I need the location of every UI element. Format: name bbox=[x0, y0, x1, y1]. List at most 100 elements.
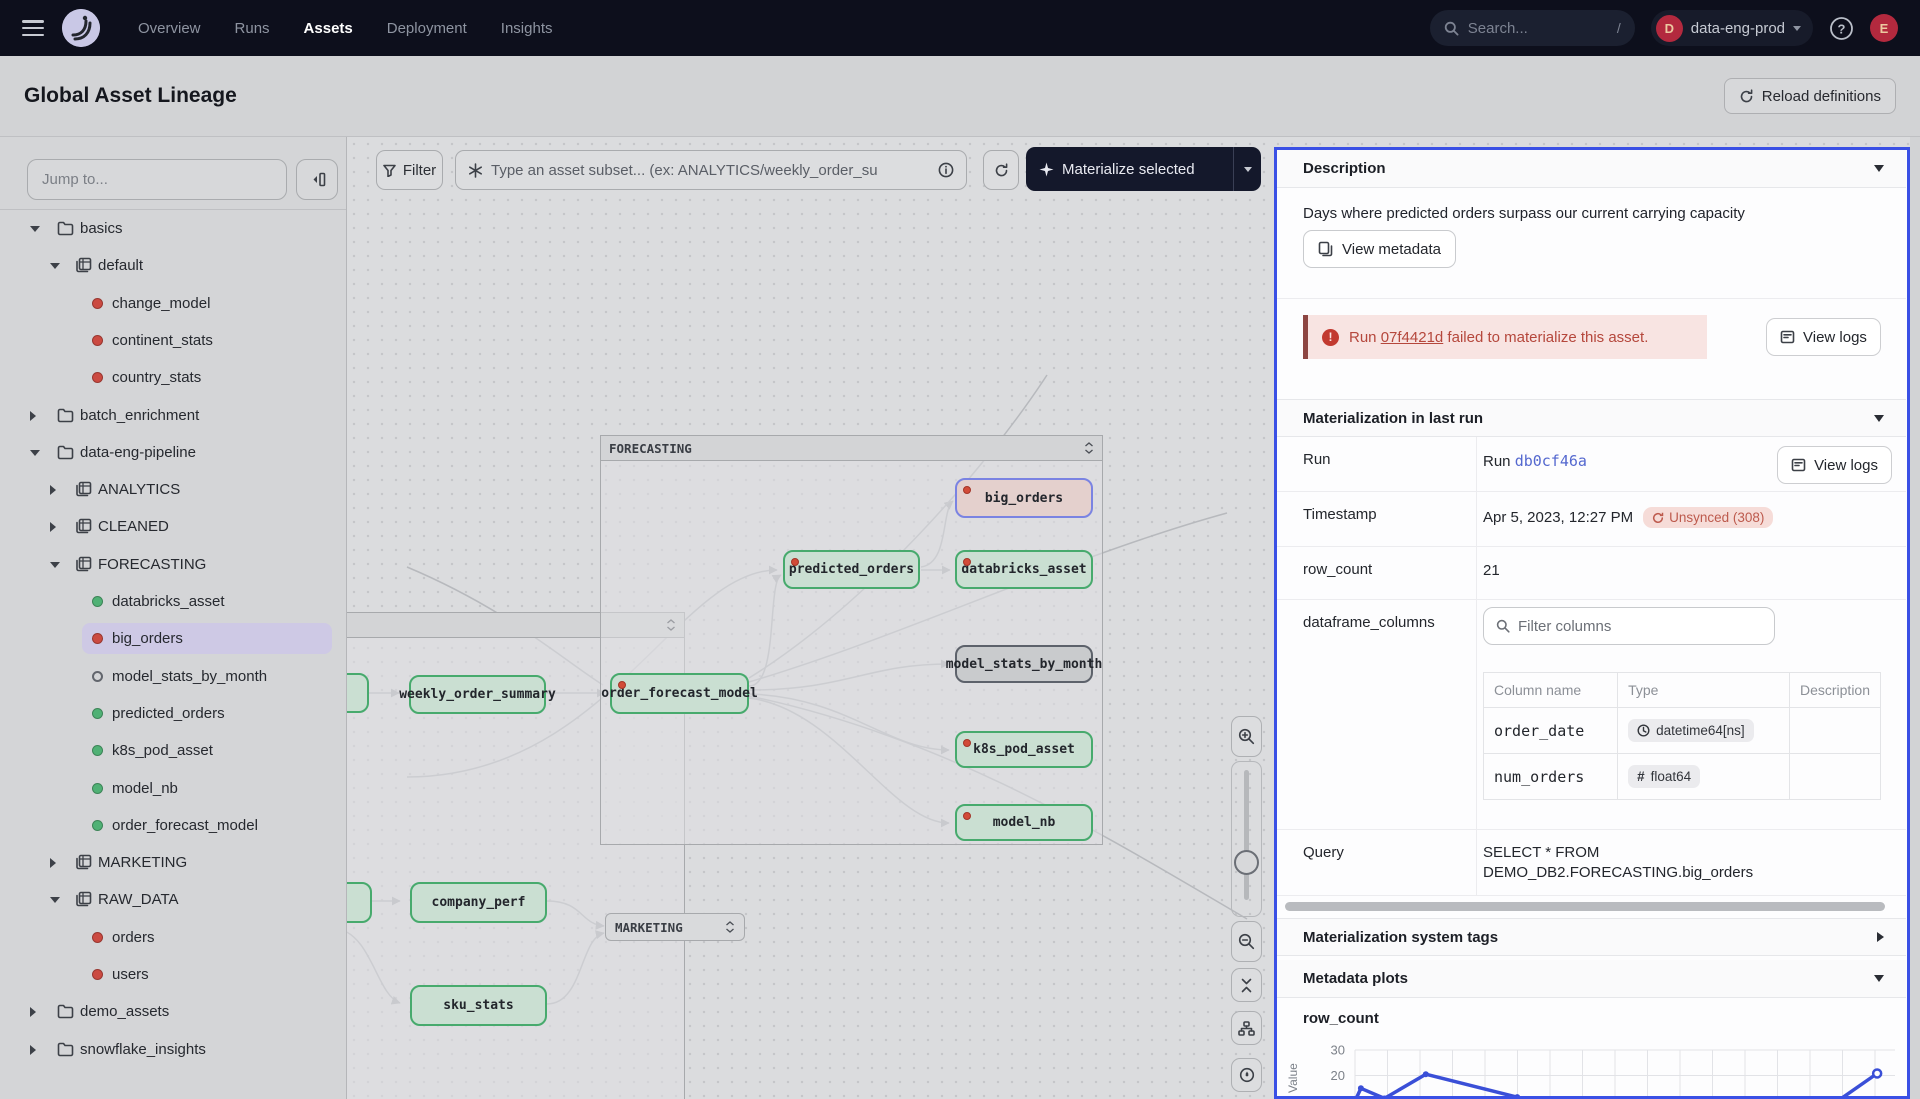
tree-caret-icon[interactable] bbox=[30, 450, 40, 456]
sidebar-item-MARKETING[interactable]: MARKETING bbox=[0, 847, 346, 878]
sidebar-item-model_nb[interactable]: model_nb bbox=[0, 773, 346, 804]
collapse-groups-button[interactable] bbox=[1231, 968, 1262, 1002]
sidebar-item-label: orders bbox=[112, 929, 155, 946]
unsynced-badge[interactable]: Unsynced (308) bbox=[1643, 507, 1773, 528]
user-avatar[interactable]: E bbox=[1870, 14, 1898, 42]
zoom-slider-handle[interactable] bbox=[1234, 850, 1259, 875]
layout-tree-button[interactable] bbox=[1231, 1011, 1262, 1045]
info-icon[interactable] bbox=[938, 162, 954, 178]
sidebar-item-demo_assets[interactable]: demo_assets bbox=[0, 996, 346, 1027]
materialization-section-header[interactable]: Materialization in last run bbox=[1277, 399, 1906, 437]
deployment-switcher[interactable]: D data-eng-prod bbox=[1651, 10, 1813, 46]
nav-item-assets[interactable]: Assets bbox=[304, 20, 353, 37]
tree-caret-icon[interactable] bbox=[50, 562, 60, 568]
global-search-input[interactable]: Search... / bbox=[1430, 10, 1635, 46]
sidebar-item-orders[interactable]: orders bbox=[0, 922, 346, 953]
folder-icon bbox=[57, 1041, 74, 1058]
graph-node-order_forecast_model[interactable]: order_forecast_model bbox=[610, 673, 749, 714]
graph-node-databricks_asset[interactable]: databricks_asset bbox=[955, 550, 1093, 589]
tree-caret-icon[interactable] bbox=[50, 897, 60, 903]
dagster-logo[interactable] bbox=[62, 9, 100, 47]
sidebar-item-data-eng-pipeline[interactable]: data-eng-pipeline bbox=[0, 437, 346, 468]
asset-subset-input[interactable]: Type an asset subset... (ex: ANALYTICS/w… bbox=[455, 150, 967, 190]
chevron-down-icon bbox=[1874, 975, 1884, 982]
filter-columns-input[interactable]: Filter columns bbox=[1483, 607, 1775, 645]
graph-node-clipped[interactable] bbox=[347, 673, 369, 713]
sidebar-item-change_model[interactable]: change_model bbox=[0, 288, 346, 319]
sidebar-item-label: ANALYTICS bbox=[98, 481, 180, 498]
collapse-sidebar-button[interactable] bbox=[296, 159, 338, 200]
help-icon[interactable]: ? bbox=[1829, 16, 1854, 41]
sidebar-item-batch_enrichment[interactable]: batch_enrichment bbox=[0, 400, 346, 431]
failed-run-link[interactable]: 07f4421d bbox=[1381, 329, 1444, 346]
run-view-logs-button[interactable]: View logs bbox=[1777, 446, 1892, 484]
asset-status-dot bbox=[92, 969, 103, 980]
graph-node-model_nb[interactable]: model_nb bbox=[955, 804, 1093, 841]
materialize-dropdown-button[interactable] bbox=[1233, 147, 1261, 191]
type-badge: datetime64[ns] bbox=[1628, 719, 1754, 742]
materialize-selected-button[interactable]: Materialize selected bbox=[1026, 147, 1261, 191]
metadata-plots-section-header[interactable]: Metadata plots bbox=[1277, 960, 1906, 998]
tree-caret-icon[interactable] bbox=[30, 1007, 36, 1017]
sidebar-item-model_stats_by_month[interactable]: model_stats_by_month bbox=[0, 661, 346, 692]
nav-item-overview[interactable]: Overview bbox=[138, 20, 201, 37]
refresh-graph-button[interactable] bbox=[983, 150, 1019, 190]
sidebar-item-FORECASTING[interactable]: FORECASTING bbox=[0, 549, 346, 580]
tree-caret-icon[interactable] bbox=[30, 411, 36, 421]
query-row: Query SELECT * FROM DEMO_DB2.FORECASTING… bbox=[1277, 830, 1906, 896]
graph-node-model_stats_by_month[interactable]: model_stats_by_month bbox=[955, 645, 1093, 683]
sidebar-item-RAW_DATA[interactable]: RAW_DATA bbox=[0, 884, 346, 915]
sidebar-item-country_stats[interactable]: country_stats bbox=[0, 362, 346, 393]
search-shortcut-hint: / bbox=[1617, 20, 1621, 36]
tree-caret-icon[interactable] bbox=[50, 858, 56, 868]
sidebar-item-k8s_pod_asset[interactable]: k8s_pod_asset bbox=[0, 735, 346, 766]
group-collapse-icon[interactable] bbox=[1084, 442, 1094, 454]
graph-node-clipped[interactable] bbox=[347, 882, 372, 923]
horizontal-scrollbar[interactable] bbox=[1285, 902, 1885, 911]
sidebar-item-users[interactable]: users bbox=[0, 959, 346, 990]
graph-node-sku_stats[interactable]: sku_stats bbox=[410, 985, 547, 1026]
alert-view-logs-button[interactable]: View logs bbox=[1766, 318, 1881, 356]
sidebar-item-continent_stats[interactable]: continent_stats bbox=[0, 325, 346, 356]
graph-node-big_orders[interactable]: big_orders bbox=[955, 478, 1093, 518]
tree-caret-icon[interactable] bbox=[50, 485, 56, 495]
graph-node-k8s_pod_asset[interactable]: k8s_pod_asset bbox=[955, 731, 1093, 768]
view-metadata-button[interactable]: View metadata bbox=[1303, 230, 1456, 268]
jump-to-input[interactable] bbox=[27, 159, 287, 200]
description-section-header[interactable]: Description bbox=[1277, 150, 1906, 188]
sidebar-item-ANALYTICS[interactable]: ANALYTICS bbox=[0, 474, 346, 505]
reload-definitions-button[interactable]: Reload definitions bbox=[1724, 78, 1896, 114]
sidebar-item-snowflake_insights[interactable]: snowflake_insights bbox=[0, 1034, 346, 1065]
group-collapse-icon[interactable] bbox=[725, 921, 735, 933]
tree-caret-icon[interactable] bbox=[50, 263, 60, 269]
run-id-link[interactable]: db0cf46a bbox=[1515, 452, 1587, 470]
clock-icon bbox=[1637, 724, 1650, 737]
tree-caret-icon[interactable] bbox=[30, 226, 40, 232]
filter-button[interactable]: Filter bbox=[376, 150, 443, 190]
tree-caret-icon[interactable] bbox=[30, 1045, 36, 1055]
sidebar-item-basics[interactable]: basics bbox=[0, 213, 346, 244]
refresh-icon bbox=[1739, 89, 1754, 104]
sidebar-item-order_forecast_model[interactable]: order_forecast_model bbox=[0, 810, 346, 841]
sidebar-item-CLEANED[interactable]: CLEANED bbox=[0, 511, 346, 542]
node-label: databricks_asset bbox=[961, 562, 1086, 577]
sidebar-item-big_orders[interactable]: big_orders bbox=[0, 623, 346, 654]
system-tags-section-header[interactable]: Materialization system tags bbox=[1277, 918, 1906, 956]
sidebar-item-predicted_orders[interactable]: predicted_orders bbox=[0, 698, 346, 729]
zoom-in-button[interactable] bbox=[1231, 716, 1262, 757]
filter-funnel-icon bbox=[383, 164, 396, 177]
asset-group-marketing-collapsed[interactable]: MARKETING bbox=[605, 913, 745, 941]
nav-item-runs[interactable]: Runs bbox=[235, 20, 270, 37]
graph-node-company_perf[interactable]: company_perf bbox=[410, 882, 547, 923]
recenter-button[interactable] bbox=[1231, 1058, 1262, 1092]
zoom-out-button[interactable] bbox=[1231, 921, 1262, 962]
hamburger-menu-icon[interactable] bbox=[22, 20, 44, 36]
sidebar-item-databricks_asset[interactable]: databricks_asset bbox=[0, 586, 346, 617]
zoom-slider-track[interactable] bbox=[1244, 770, 1249, 900]
nav-item-insights[interactable]: Insights bbox=[501, 20, 553, 37]
tree-caret-icon[interactable] bbox=[50, 522, 56, 532]
sidebar-item-default[interactable]: default bbox=[0, 250, 346, 281]
nav-item-deployment[interactable]: Deployment bbox=[387, 20, 467, 37]
graph-node-weekly_order_summary[interactable]: weekly_order_summary bbox=[409, 675, 546, 714]
graph-node-predicted_orders[interactable]: predicted_orders bbox=[783, 550, 920, 589]
